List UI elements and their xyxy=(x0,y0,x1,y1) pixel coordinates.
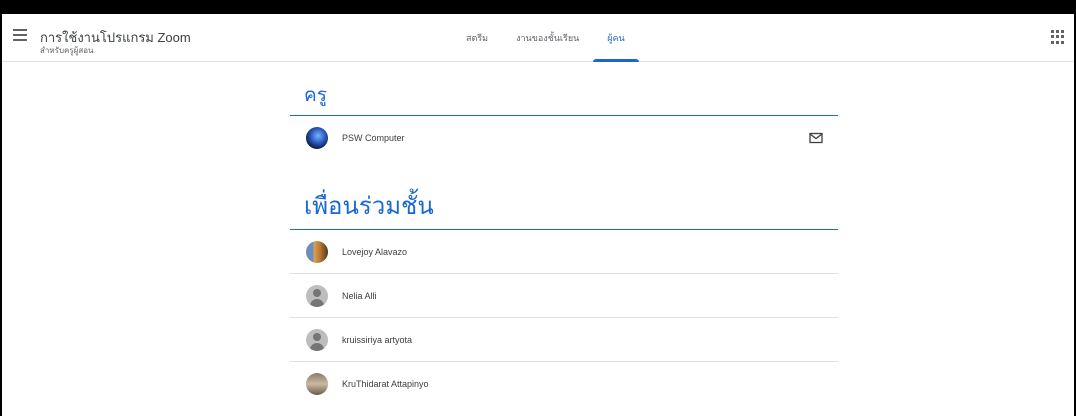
menu-icon[interactable] xyxy=(10,25,30,45)
class-subtitle: สำหรับครูผู้สอน xyxy=(40,46,94,55)
teacher-name: PSW Computer xyxy=(342,133,405,143)
top-bar: การใช้งานโปรแกรม Zoom สำหรับครูผู้สอน สต… xyxy=(2,14,1074,62)
student-name: Lovejoy Alavazo xyxy=(342,246,408,257)
list-item: KruThidarat Attapinyo xyxy=(290,362,838,406)
email-icon[interactable] xyxy=(808,130,824,146)
student-name: Nelia Alli xyxy=(342,290,377,301)
student-name: kruissiriya artyota xyxy=(342,334,413,345)
tab-stream[interactable]: สตรีม xyxy=(452,14,502,62)
teacher-row: PSW Computer xyxy=(290,116,838,160)
list-item: Nelia Alli xyxy=(290,274,838,318)
tab-people[interactable]: ผู้คน xyxy=(593,14,640,62)
avatar xyxy=(306,127,328,149)
avatar xyxy=(306,240,328,263)
people-page: ครู PSW Computer เพื่อนร่วมชั้น Lovejoy … xyxy=(290,76,838,406)
avatar xyxy=(306,373,328,395)
app-window: การใช้งานโปรแกรม Zoom สำหรับครูผู้สอน สต… xyxy=(0,0,1076,416)
classmates-heading: เพื่อนร่วมชั้น xyxy=(290,172,838,230)
apps-grid-icon[interactable] xyxy=(1051,30,1065,44)
tab-bar: สตรีม งานของชั้นเรียน ผู้คน xyxy=(452,14,640,62)
list-item: kruissiriya artyota xyxy=(290,318,838,362)
list-item: Lovejoy Alavazo xyxy=(290,230,838,274)
avatar xyxy=(306,284,328,307)
tab-classwork[interactable]: งานของชั้นเรียน xyxy=(502,14,593,62)
teachers-heading: ครู xyxy=(290,76,838,116)
avatar xyxy=(306,328,328,351)
student-name: KruThidarat Attapinyo xyxy=(342,379,429,389)
